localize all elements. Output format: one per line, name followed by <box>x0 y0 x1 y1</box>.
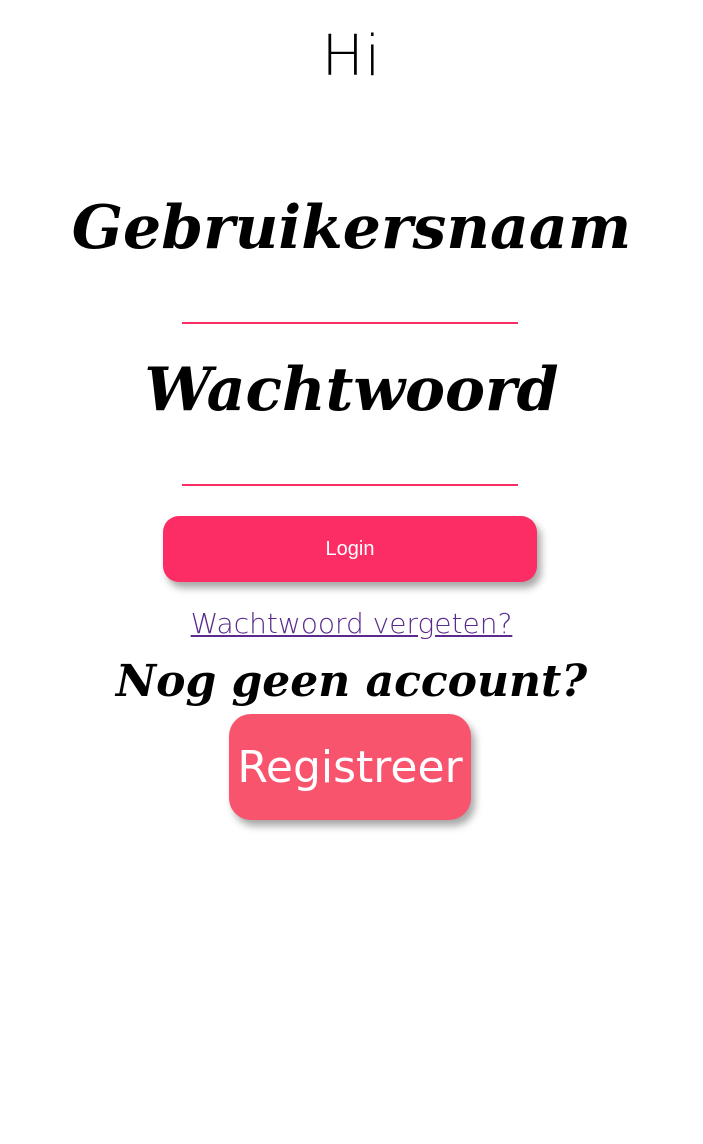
password-input[interactable] <box>182 456 518 486</box>
forgot-password-link[interactable]: Wachtwoord vergeten? <box>0 604 703 644</box>
username-label: Gebruikersnaam <box>71 193 632 263</box>
login-button[interactable]: Login <box>163 516 537 582</box>
register-button-label: Registreer <box>237 741 463 793</box>
password-label: Wachtwoord <box>144 355 559 425</box>
login-button-label: Login <box>325 537 375 560</box>
greeting-title: Hi <box>321 24 382 89</box>
register-button[interactable]: Registreer <box>229 714 471 820</box>
username-input[interactable] <box>182 294 518 324</box>
no-account-prompt: Nog geen account? <box>115 656 588 707</box>
login-screen: Hi Gebruikersnaam Wachtwoord Login Wacht… <box>0 0 703 1144</box>
